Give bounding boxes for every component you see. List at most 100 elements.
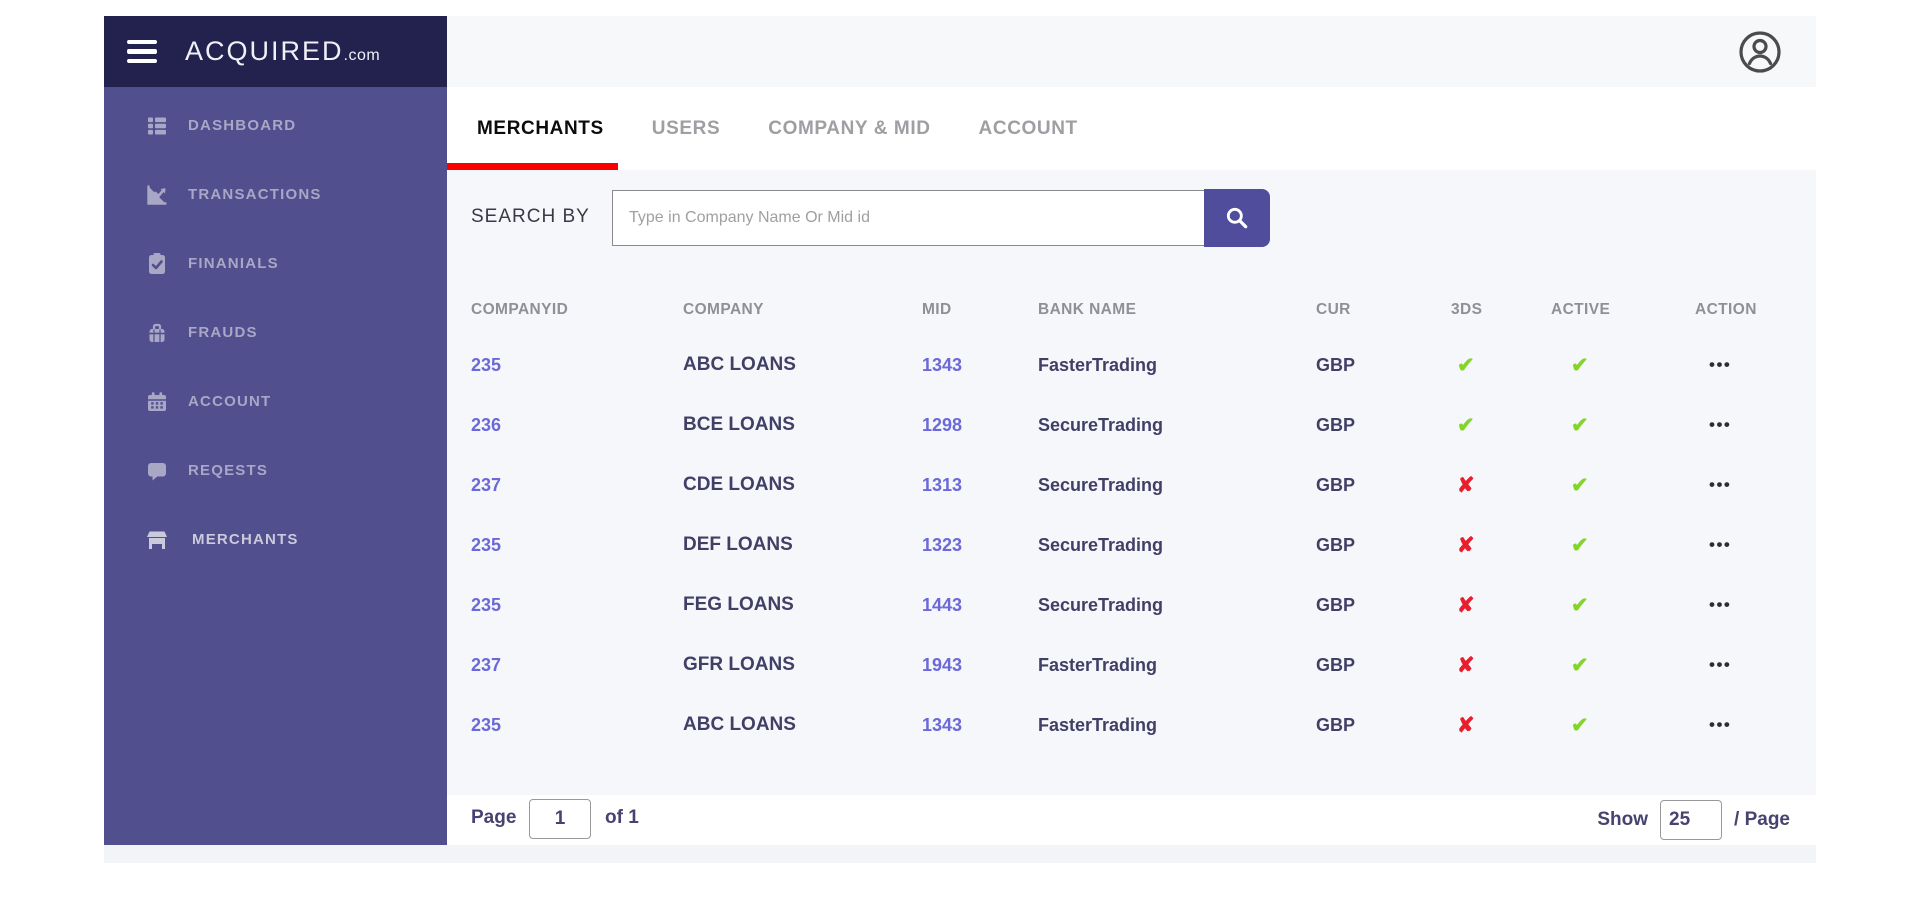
3ds-status-icon	[1457, 354, 1475, 377]
search-input[interactable]	[612, 190, 1205, 246]
table-body: 235 ABC LOANS 1343 FasterTrading GBP 236…	[447, 335, 1816, 755]
table-row: 236 BCE LOANS 1298 SecureTrading GBP	[447, 395, 1816, 455]
currency: GBP	[1316, 354, 1356, 375]
company-name: DEF LOANS	[683, 534, 793, 555]
currency: GBP	[1316, 594, 1356, 615]
company-name: ABC LOANS	[683, 354, 796, 375]
sidebar-item-merchants[interactable]: MERCHANTS	[104, 505, 447, 574]
sidebar-item-account[interactable]: ACCOUNT	[104, 367, 447, 436]
more-actions-icon[interactable]	[1709, 535, 1731, 554]
search-icon	[1226, 207, 1248, 229]
bank-name: SecureTrading	[1038, 414, 1164, 435]
company-id-link[interactable]: 237	[471, 655, 683, 676]
sidebar-item-label: TRANSACTIONS	[188, 186, 322, 203]
company-id-link[interactable]: 235	[471, 535, 683, 556]
tab-merchants[interactable]: MERCHANTS	[447, 87, 618, 170]
sidebar-logo-bar: ACQUIRED.com	[104, 16, 447, 87]
company-id-link[interactable]: 237	[471, 475, 683, 496]
column-header-companyid: COMPANYID	[471, 301, 569, 318]
currency: GBP	[1316, 534, 1356, 555]
footer-band	[104, 845, 1816, 863]
3ds-status-icon	[1457, 654, 1475, 677]
per-page-label: / Page	[1734, 809, 1790, 830]
transactions-chart-icon	[144, 182, 170, 208]
bank-name: SecureTrading	[1038, 474, 1164, 495]
column-header-cur: CUR	[1316, 301, 1351, 318]
storefront-icon	[144, 527, 170, 553]
active-status-icon	[1571, 714, 1589, 737]
tab-company-mid[interactable]: COMPANY & MID	[768, 87, 930, 170]
tab-label: COMPANY & MID	[768, 117, 931, 139]
more-actions-icon[interactable]	[1709, 655, 1731, 674]
mid-link[interactable]: 1943	[922, 655, 1038, 676]
currency: GBP	[1316, 654, 1356, 675]
sidebar-item-label: ACCOUNT	[188, 393, 272, 410]
user-avatar-icon[interactable]	[1738, 30, 1782, 74]
tab-bar: MERCHANTS USERS COMPANY & MID ACCOUNT	[447, 87, 1816, 170]
company-id-link[interactable]: 235	[471, 355, 683, 376]
column-header-bank-name: BANK NAME	[1038, 301, 1137, 318]
sidebar-nav: DASHBOARD TRANSACTIONS FINANIALS FRAUDS	[104, 91, 447, 574]
briefcase-icon	[144, 320, 170, 346]
tab-label: MERCHANTS	[477, 117, 604, 139]
mid-link[interactable]: 1443	[922, 595, 1038, 616]
table-row: 235 DEF LOANS 1323 SecureTrading GBP	[447, 515, 1816, 575]
brand-name: ACQUIRED	[185, 36, 344, 66]
sidebar-item-reqests[interactable]: REQESTS	[104, 436, 447, 505]
table-row: 235 ABC LOANS 1343 FasterTrading GBP	[447, 335, 1816, 395]
bank-name: FasterTrading	[1038, 714, 1158, 735]
bank-name: FasterTrading	[1038, 654, 1158, 675]
more-actions-icon[interactable]	[1709, 355, 1731, 374]
bank-name: SecureTrading	[1038, 534, 1164, 555]
more-actions-icon[interactable]	[1709, 475, 1731, 494]
content-area: SEARCH BY COMPANYID COMPANY MID BANK NAM…	[447, 170, 1816, 795]
company-id-link[interactable]: 235	[471, 715, 683, 736]
mid-link[interactable]: 1298	[922, 415, 1038, 436]
tab-account[interactable]: ACCOUNT	[979, 87, 1078, 170]
sidebar-item-label: FRAUDS	[188, 324, 258, 341]
app-container: ACQUIRED.com DASHBOARD TRANSACTIONS FINA…	[104, 16, 1816, 863]
company-id-link[interactable]: 236	[471, 415, 683, 436]
active-status-icon	[1571, 534, 1589, 557]
clipboard-check-icon	[144, 251, 170, 277]
currency: GBP	[1316, 474, 1356, 495]
3ds-status-icon	[1457, 714, 1475, 737]
pagination-bar: Page of 1 Show / Page	[447, 795, 1816, 845]
currency: GBP	[1316, 414, 1356, 435]
hamburger-menu-icon[interactable]	[127, 39, 159, 64]
per-page-input[interactable]	[1660, 800, 1723, 840]
company-name: CDE LOANS	[683, 474, 795, 495]
sidebar-item-transactions[interactable]: TRANSACTIONS	[104, 160, 447, 229]
mid-link[interactable]: 1343	[922, 355, 1038, 376]
active-status-icon	[1571, 354, 1589, 377]
company-name: GFR LOANS	[683, 654, 795, 675]
page-of-label: of 1	[605, 807, 639, 828]
mid-link[interactable]: 1343	[922, 715, 1038, 736]
tab-users[interactable]: USERS	[652, 87, 720, 170]
sidebar-item-finanials[interactable]: FINANIALS	[104, 229, 447, 298]
table-row: 235 ABC LOANS 1343 FasterTrading GBP	[447, 695, 1816, 755]
bank-name: SecureTrading	[1038, 594, 1164, 615]
mid-link[interactable]: 1313	[922, 475, 1038, 496]
column-header-mid: MID	[922, 301, 952, 318]
more-actions-icon[interactable]	[1709, 715, 1731, 734]
sidebar-item-dashboard[interactable]: DASHBOARD	[104, 91, 447, 160]
column-header-company: COMPANY	[683, 301, 764, 318]
sidebar-item-label: DASHBOARD	[188, 117, 297, 134]
per-page-control: Show / Page	[1597, 795, 1790, 845]
column-header-active: ACTIVE	[1551, 301, 1611, 318]
active-status-icon	[1571, 414, 1589, 437]
search-button[interactable]	[1204, 189, 1270, 247]
more-actions-icon[interactable]	[1709, 595, 1731, 614]
active-status-icon	[1571, 654, 1589, 677]
3ds-status-icon	[1457, 474, 1475, 497]
sidebar-item-label: MERCHANTS	[192, 531, 299, 548]
sidebar-item-frauds[interactable]: FRAUDS	[104, 298, 447, 367]
page-number-input[interactable]	[529, 799, 591, 839]
mid-link[interactable]: 1323	[922, 535, 1038, 556]
more-actions-icon[interactable]	[1709, 415, 1731, 434]
company-name: FEG LOANS	[683, 594, 794, 615]
show-label: Show	[1597, 809, 1649, 830]
3ds-status-icon	[1457, 534, 1475, 557]
company-id-link[interactable]: 235	[471, 595, 683, 616]
